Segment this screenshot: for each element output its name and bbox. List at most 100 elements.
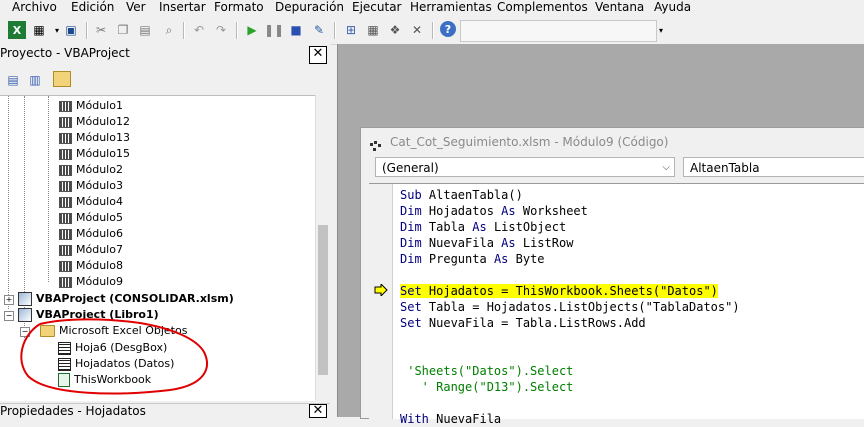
tree-folder-objects[interactable]: Microsoft Excel Objetos xyxy=(40,323,187,339)
tree-module[interactable]: Módulo6 xyxy=(58,226,123,242)
save-icon[interactable]: ▣ xyxy=(62,21,80,39)
tree-object-thisworkbook[interactable]: ThisWorkbook xyxy=(58,372,151,388)
cut-icon[interactable]: ✂ xyxy=(92,21,110,39)
stop-icon[interactable]: ■ xyxy=(287,21,305,39)
help-icon[interactable]: ? xyxy=(440,21,456,37)
menu-depuracion[interactable]: Depuración xyxy=(275,0,344,17)
module-icon xyxy=(58,116,72,128)
margin-indicator-bar[interactable] xyxy=(369,184,393,419)
tree-module[interactable]: Módulo12 xyxy=(58,114,130,130)
module-icon xyxy=(58,260,72,272)
toolbox-icon[interactable]: ✕ xyxy=(408,21,426,39)
redo-icon[interactable]: ↷ xyxy=(212,21,230,39)
tree-module[interactable]: Módulo15 xyxy=(58,146,130,162)
close-icon[interactable]: ✕ xyxy=(309,404,327,418)
tree-label: Hojadatos (Datos) xyxy=(75,357,175,370)
module-icon xyxy=(58,148,72,160)
workbook-icon xyxy=(58,373,70,387)
tree-label: Módulo2 xyxy=(76,163,123,176)
design-mode-icon[interactable]: ✎ xyxy=(310,21,328,39)
code-line[interactable]: Dim Tabla As ListObject xyxy=(400,219,566,235)
paste-icon[interactable]: ▤ xyxy=(136,21,154,39)
properties-icon[interactable]: ▦ xyxy=(364,21,382,39)
toolbar-dropdown-icon[interactable]: ▾ xyxy=(652,21,670,39)
procedure-combobox[interactable]: AltaenTabla xyxy=(683,157,864,177)
tree-module[interactable]: Módulo2 xyxy=(58,162,123,178)
tree-object-hoja6[interactable]: Hoja6 (DesgBox) xyxy=(58,340,167,356)
tree-module[interactable]: Módulo8 xyxy=(58,258,123,274)
tree-module[interactable]: Módulo3 xyxy=(58,178,123,194)
code-editor[interactable]: Sub AltaenTabla() Dim Hojadatos As Worksh… xyxy=(369,183,864,426)
close-icon[interactable]: ✕ xyxy=(309,46,327,64)
execution-arrow-icon xyxy=(374,284,388,296)
collapse-icon[interactable]: − xyxy=(20,327,30,337)
menu-ejecutar[interactable]: Ejecutar xyxy=(352,0,402,17)
menu-complementos[interactable]: Complementos xyxy=(497,0,588,17)
toolbar-position-box xyxy=(460,20,657,42)
code-line[interactable]: Sub AltaenTabla() xyxy=(400,187,523,203)
pause-icon[interactable]: ❚❚ xyxy=(264,21,284,39)
menu-formato[interactable]: Formato xyxy=(214,0,264,17)
menu-bar: Archivo Edición Ver Insertar Formato Dep… xyxy=(0,0,864,17)
project-explorer-icon[interactable]: ⊞ xyxy=(342,21,360,39)
worksheet-icon xyxy=(58,357,71,371)
tree-object-hojadatos[interactable]: Hojadatos (Datos) xyxy=(58,356,174,372)
tree-module[interactable]: Módulo1 xyxy=(58,98,123,114)
module-icon xyxy=(58,180,72,192)
code-line[interactable]: ' Range("D13").Select xyxy=(400,379,574,395)
toolbar-separator xyxy=(236,22,238,39)
view-code-icon[interactable]: ▤ xyxy=(4,71,22,89)
menu-ayuda[interactable]: Ayuda xyxy=(654,0,691,17)
tree-module[interactable]: Módulo7 xyxy=(58,242,123,258)
code-line[interactable]: Set Tabla = Hojadatos.ListObjects("Tabla… xyxy=(400,299,740,315)
tree-label: Hoja6 (DesgBox) xyxy=(75,341,168,354)
undo-icon[interactable]: ↶ xyxy=(190,21,208,39)
menu-ver[interactable]: Ver xyxy=(126,0,146,17)
module-icon xyxy=(58,132,72,144)
tree-module[interactable]: Módulo5 xyxy=(58,210,123,226)
run-icon[interactable]: ▶ xyxy=(243,21,261,39)
expand-icon[interactable]: + xyxy=(4,295,14,305)
tree-module[interactable]: Módulo4 xyxy=(58,194,123,210)
code-line[interactable]: Dim NuevaFila As ListRow xyxy=(400,235,573,251)
tree-module[interactable]: Módulo13 xyxy=(58,130,130,146)
menu-archivo[interactable]: Archivo xyxy=(12,0,57,17)
tree-label: Módulo8 xyxy=(76,259,123,272)
tree-label: VBAProject (Libro1) xyxy=(36,308,159,321)
menu-ventana[interactable]: Ventana xyxy=(595,0,644,17)
object-browser-icon[interactable]: ❖ xyxy=(386,21,404,39)
code-window-titlebar[interactable]: Cat_Cot_Seguimiento.xlsm - Módulo9 (Códi… xyxy=(361,128,864,156)
tree-label: Módulo7 xyxy=(76,243,123,256)
toolbar-separator xyxy=(86,22,88,39)
excel-icon[interactable]: X xyxy=(8,21,26,39)
code-line[interactable]: Dim Pregunta As Byte xyxy=(400,251,545,267)
menu-herramientas[interactable]: Herramientas xyxy=(410,0,492,17)
tree-project-consolidar[interactable]: VBAProject (CONSOLIDAR.xlsm) xyxy=(18,291,234,307)
view-object-icon[interactable]: ▥ xyxy=(26,71,44,89)
code-line[interactable]: With NuevaFila xyxy=(400,411,501,427)
project-tree-scrollbar[interactable] xyxy=(315,95,331,400)
code-line-current[interactable]: Set Hojadatos = ThisWorkbook.Sheets("Dat… xyxy=(400,283,718,299)
find-icon[interactable]: ⌕ xyxy=(160,21,178,39)
insert-module-icon[interactable]: ▦ xyxy=(30,21,48,39)
copy-icon[interactable]: ❐ xyxy=(114,21,132,39)
toggle-folders-icon[interactable] xyxy=(53,71,71,87)
scrollbar-thumb[interactable] xyxy=(318,225,328,375)
tree-label: Módulo4 xyxy=(76,195,123,208)
object-combobox[interactable]: (General) ⌵ xyxy=(375,157,675,177)
toolbar-separator xyxy=(432,22,434,39)
code-line[interactable]: 'Sheets("Datos").Select xyxy=(400,363,573,379)
module-icon xyxy=(58,276,72,288)
standard-toolbar: X ▦ ▾ ▣ ✂ ❐ ▤ ⌕ ↶ ↷ ▶ ❚❚ ■ ✎ ⊞ ▦ ❖ ✕ ? ▾ xyxy=(0,17,864,45)
folder-icon xyxy=(40,325,55,337)
chevron-down-icon[interactable]: ⌵ xyxy=(662,158,670,178)
tree-module[interactable]: Módulo9 xyxy=(58,274,123,290)
code-line[interactable]: Dim Hojadatos As Worksheet xyxy=(400,203,588,219)
tree-project-libro1[interactable]: VBAProject (Libro1) xyxy=(18,307,159,323)
menu-edicion[interactable]: Edición xyxy=(71,0,114,17)
tree-label: Módulo3 xyxy=(76,179,123,192)
menu-insertar[interactable]: Insertar xyxy=(159,0,206,17)
collapse-icon[interactable]: − xyxy=(4,311,14,321)
code-line[interactable]: Set NuevaFila = Tabla.ListRows.Add xyxy=(400,315,646,331)
project-toolbar: ▤ ▥ xyxy=(0,65,330,95)
